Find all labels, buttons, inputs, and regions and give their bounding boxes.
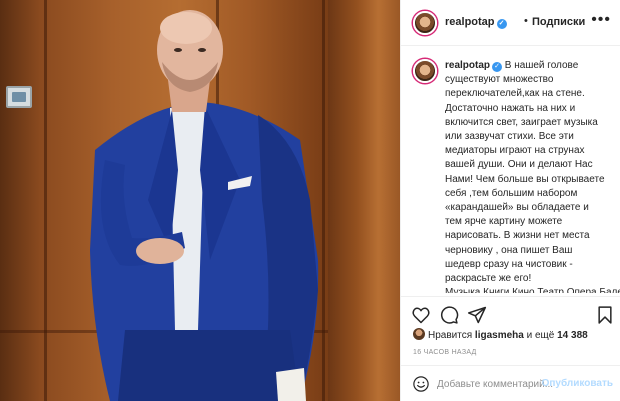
author-username[interactable]: realpotap ✓ bbox=[445, 16, 507, 29]
likes-suffix: и ещё bbox=[526, 330, 555, 341]
more-horizontal-icon[interactable]: ••• bbox=[591, 11, 611, 29]
post-actions-bar bbox=[401, 296, 620, 330]
comment-bubble-icon[interactable] bbox=[439, 305, 459, 325]
liker-username[interactable]: ligasmeha bbox=[475, 330, 524, 341]
following-button[interactable]: Подписки bbox=[532, 16, 585, 28]
comment-input[interactable] bbox=[437, 377, 557, 391]
paper-plane-icon[interactable] bbox=[467, 305, 487, 325]
publish-button[interactable]: Опубликовать bbox=[542, 378, 613, 389]
post-header: realpotap ✓ • Подписки ••• bbox=[401, 0, 620, 46]
verified-badge-icon: ✓ bbox=[496, 19, 507, 29]
caption-text: В нашей голове существуют множество пере… bbox=[445, 60, 620, 293]
man-in-blue-suit bbox=[90, 10, 319, 401]
bookmark-icon[interactable] bbox=[595, 305, 615, 325]
separator-dot: • bbox=[524, 15, 528, 27]
likes-prefix: Нравится bbox=[428, 330, 473, 341]
author-username-text[interactable]: realpotap bbox=[445, 16, 495, 28]
likes-summary: Нравится ligasmeha и ещё 14 388 bbox=[413, 328, 588, 341]
caption-author-username[interactable]: realpotap bbox=[445, 60, 490, 71]
heart-icon[interactable] bbox=[411, 305, 431, 325]
author-avatar[interactable] bbox=[413, 11, 437, 35]
add-comment-bar: Опубликовать bbox=[401, 365, 620, 401]
post-timestamp[interactable]: 16 ЧАСОВ НАЗАД bbox=[413, 349, 477, 356]
emoji-smile-icon[interactable] bbox=[412, 375, 430, 393]
caption-comment: realpotap ✓ В нашей голове существуют мно… bbox=[401, 47, 620, 293]
likes-count[interactable]: 14 388 bbox=[557, 330, 588, 341]
liker-avatar[interactable] bbox=[413, 328, 425, 340]
verified-badge-icon: ✓ bbox=[492, 62, 503, 72]
post-side-panel: realpotap ✓ • Подписки ••• realpotap ✓ В н… bbox=[400, 0, 620, 401]
post-photo[interactable] bbox=[0, 0, 400, 401]
caption-author-avatar[interactable] bbox=[413, 59, 437, 83]
caption-text-block: realpotap ✓ В нашей голове существуют мно… bbox=[445, 59, 620, 293]
